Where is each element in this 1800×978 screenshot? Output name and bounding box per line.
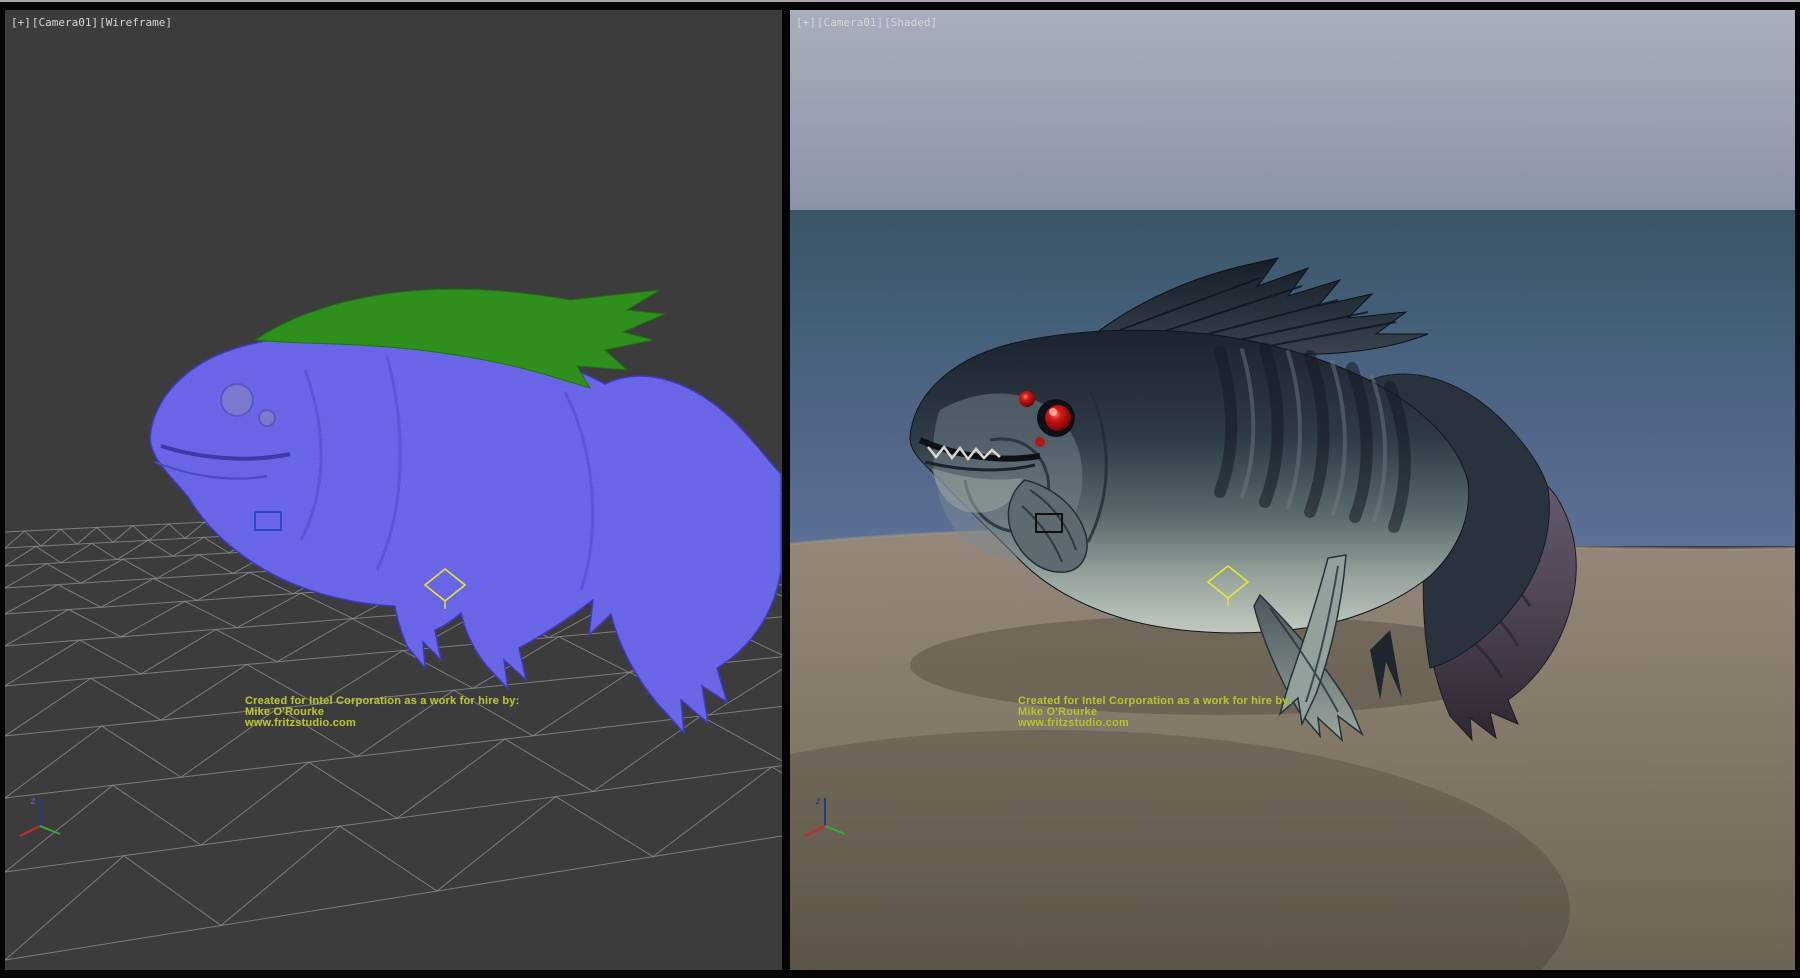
transform-diamond-gizmo[interactable]: [1204, 562, 1252, 608]
viewport-menu-button[interactable]: [+]: [796, 16, 816, 29]
axis-y-line: [825, 826, 845, 834]
fish-eye-large: [1045, 405, 1071, 431]
fish-eye-large-highlight: [1049, 408, 1057, 416]
credit-line-3: www.fritzstudio.com: [245, 718, 519, 729]
fish-eye-tiny: [1035, 437, 1045, 447]
credit-line-3: www.fritzstudio.com: [1018, 718, 1292, 729]
transform-diamond-gizmo[interactable]: [421, 565, 469, 611]
axis-z-label: z: [815, 796, 821, 807]
diamond-outline: [1208, 566, 1248, 598]
world-axis-tripod: z: [798, 790, 852, 844]
fish-model-shaded[interactable]: [790, 10, 1795, 970]
credit-watermark: Created for Intel Corporation as a work …: [245, 696, 519, 729]
axis-x-line: [20, 826, 40, 836]
selection-rect-gizmo[interactable]: [1034, 512, 1066, 536]
fish-eye-spot-large: [221, 384, 253, 416]
selection-rect-outline: [1036, 514, 1062, 532]
fish-belly-spikes: [1370, 630, 1402, 700]
credit-watermark: Created for Intel Corporation as a work …: [1018, 696, 1292, 729]
dual-viewport-stage: [+][Camera01][Wireframe]: [0, 0, 1800, 978]
fish-model-wireframe[interactable]: [5, 10, 782, 970]
viewport-label: [+][Camera01][Wireframe]: [11, 16, 173, 29]
viewport-label: [+][Camera01][Shaded]: [796, 16, 938, 29]
viewport-menu-button[interactable]: [+]: [11, 16, 31, 29]
viewport-camera-button[interactable]: [Camera01]: [32, 16, 98, 29]
axis-z-label: z: [30, 796, 36, 807]
fish-eye-small: [1019, 391, 1035, 407]
viewport-shading-button[interactable]: [Wireframe]: [99, 16, 172, 29]
viewport-camera-button[interactable]: [Camera01]: [817, 16, 883, 29]
viewport-shaded[interactable]: [+][Camera01][Shaded]: [790, 10, 1795, 970]
viewport-shading-button[interactable]: [Shaded]: [884, 16, 937, 29]
axis-y-line: [40, 826, 60, 834]
axis-x-line: [805, 826, 825, 836]
selection-rect-gizmo[interactable]: [253, 510, 285, 534]
world-axis-tripod: z: [13, 790, 67, 844]
selection-rect-outline: [255, 512, 281, 530]
viewport-wireframe[interactable]: [+][Camera01][Wireframe]: [5, 10, 782, 970]
diamond-outline: [425, 569, 465, 601]
fish-eye-spot-small: [259, 410, 275, 426]
